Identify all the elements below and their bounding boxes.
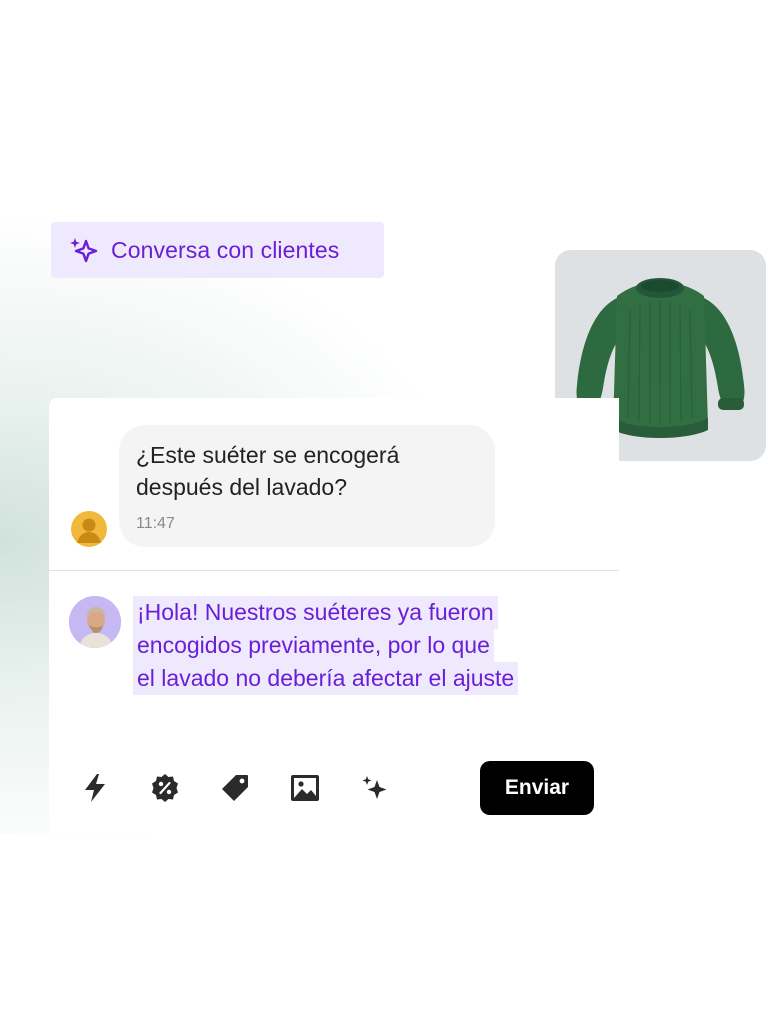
sparkles-icon[interactable] [357,770,393,806]
ai-badge-label: Conversa con clientes [111,236,340,263]
customer-avatar [71,511,107,547]
ai-feature-badge: Conversa con clientes [51,222,384,278]
tag-icon[interactable] [217,770,253,806]
chat-panel: ¿Este suéter se encogerá después del lav… [49,398,619,834]
image-icon[interactable] [287,770,323,806]
customer-message-text: ¿Este suéter se encogerá después del lav… [136,442,400,500]
composer-toolbar [77,768,427,808]
agent-reply-line: encogidos previamente, por lo que [133,629,494,662]
send-button[interactable]: Enviar [480,761,594,815]
agent-reply-line: ¡Hola! Nuestros suéteres ya fueron [133,596,498,629]
bolt-icon[interactable] [77,770,113,806]
message-timestamp: 11:47 [136,515,175,532]
discount-icon[interactable] [147,770,183,806]
agent-avatar [69,596,121,648]
sparkle-icon [69,235,99,265]
divider [49,570,619,571]
agent-reply: ¡Hola! Nuestros suéteres ya fueron encog… [133,596,593,695]
customer-message-bubble: ¿Este suéter se encogerá después del lav… [119,425,495,547]
agent-reply-line: el lavado no debería afectar el ajuste [133,662,519,695]
